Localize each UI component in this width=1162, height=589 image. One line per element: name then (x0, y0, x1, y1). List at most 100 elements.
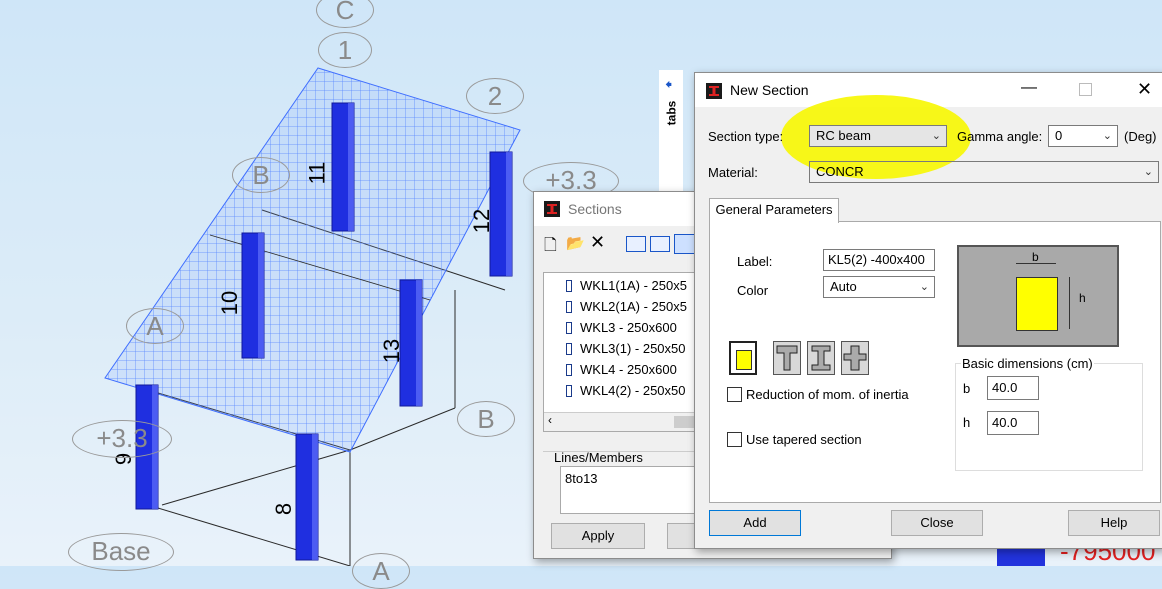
basic-dimensions-group (955, 363, 1143, 471)
new-section-window: New Section — ✕ Section type: RC beam ⌄ … (694, 72, 1162, 549)
basic-dimensions-label: Basic dimensions (cm) (961, 356, 1094, 371)
view3-icon[interactable] (674, 234, 696, 254)
section-item-icon (566, 385, 572, 397)
sections-list[interactable]: WKL1(1A) - 250x5 WKL2(1A) - 250x5 WKL3 -… (543, 272, 697, 432)
view1-icon[interactable] (626, 236, 646, 252)
label-input[interactable]: KL5(2) -400x400 (823, 249, 935, 271)
h-label: h (963, 415, 971, 430)
apply-button[interactable]: Apply (551, 523, 645, 549)
section-type-value: RC beam (816, 128, 871, 143)
dimension-line-h (1069, 277, 1070, 329)
open-icon[interactable]: 📂 (566, 234, 585, 252)
new-icon[interactable]: 🗋 (544, 234, 557, 261)
color-label: Color (737, 283, 769, 298)
column-label-10: 10 (217, 290, 243, 316)
minimize-icon[interactable]: — (1021, 79, 1037, 97)
close-icon[interactable]: ✕ (1137, 79, 1152, 100)
h-input[interactable]: 40.0 (987, 411, 1039, 435)
label-field-label: Label: (737, 254, 773, 269)
app-logo-icon (544, 201, 560, 217)
section-item-icon (566, 301, 572, 313)
material-select[interactable]: CONCR ⌄ (809, 161, 1159, 183)
app-logo-icon (706, 83, 722, 99)
chevron-down-icon: ⌄ (1143, 166, 1153, 178)
preview-h-label: h (1079, 291, 1086, 305)
axis-bubble-1: 1 (318, 32, 372, 68)
list-item[interactable]: WKL2(1A) - 250x5 (566, 299, 687, 314)
list-item-label: WKL4(2) - 250x50 (580, 383, 686, 398)
sections-toolbar: 🗋 📂 ✕ (544, 232, 696, 254)
list-horizontal-scrollbar[interactable]: ‹ (544, 412, 696, 431)
maximize-icon[interactable] (1079, 83, 1092, 96)
axis-bubble-b-right: B (457, 401, 515, 437)
list-item-label: WKL4 - 250x600 (580, 362, 677, 377)
level-bubble-left: +3.3 (72, 420, 172, 458)
b-input[interactable]: 40.0 (987, 376, 1039, 400)
i-shape-button[interactable] (807, 341, 835, 375)
section-type-label: Section type: (708, 129, 784, 144)
new-section-title: New Section (730, 82, 809, 98)
reduction-checkbox[interactable] (727, 387, 742, 402)
list-item-label: WKL3(1) - 250x50 (580, 341, 686, 356)
preview-b-label: b (1032, 250, 1039, 264)
rectangle-icon (736, 350, 752, 370)
column-label-13: 13 (379, 338, 405, 364)
section-item-icon (566, 364, 572, 376)
axis-bubble-base: Base (68, 533, 174, 571)
scroll-left-icon[interactable]: ‹ (548, 413, 552, 427)
section-item-icon (566, 280, 572, 292)
list-item[interactable]: WKL3 - 250x600 (566, 320, 677, 335)
material-value: CONCR (816, 164, 864, 179)
view2-icon[interactable] (650, 236, 670, 252)
tapered-label: Use tapered section (746, 432, 862, 447)
section-type-select[interactable]: RC beam ⌄ (809, 125, 947, 147)
chevron-down-icon: ⌄ (919, 281, 929, 293)
gamma-angle-label: Gamma angle: (957, 129, 1043, 144)
cross-section-icon (843, 345, 867, 371)
list-item[interactable]: WKL3(1) - 250x50 (566, 341, 686, 356)
column-label-8: 8 (271, 502, 297, 516)
axis-bubble-2: 2 (466, 78, 524, 114)
t-section-icon (776, 345, 798, 371)
axis-bubble-a-left: A (126, 308, 184, 344)
scroll-thumb[interactable] (674, 416, 696, 428)
cross-shape-button[interactable] (841, 341, 869, 375)
chevron-down-icon: ⌄ (1102, 130, 1112, 142)
column-label-11: 11 (304, 161, 330, 185)
rectangle-shape-button[interactable] (729, 341, 757, 375)
list-item-label: WKL1(1A) - 250x5 (580, 278, 687, 293)
axis-bubble-b-top: B (232, 157, 290, 193)
delete-icon[interactable]: ✕ (590, 232, 605, 253)
gamma-angle-select[interactable]: 0 ⌄ (1048, 125, 1118, 147)
add-button[interactable]: Add (709, 510, 801, 536)
list-item[interactable]: WKL1(1A) - 250x5 (566, 278, 687, 293)
lines-members-input[interactable]: 8to13 (560, 466, 695, 514)
axis-bubble-a-bottom: A (352, 553, 410, 589)
help-button[interactable]: Help (1068, 510, 1160, 536)
chevron-down-icon: ⌄ (931, 130, 941, 142)
section-shape (1016, 277, 1058, 331)
reduction-label: Reduction of mom. of inertia (746, 387, 909, 402)
t-shape-button[interactable] (773, 341, 801, 375)
sections-title: Sections (568, 201, 622, 217)
tabs-arrow-icon[interactable]: 🠸 (665, 74, 672, 98)
tabs-strip[interactable]: 🠸 tabs (659, 70, 683, 195)
list-item-label: WKL3 - 250x600 (580, 320, 677, 335)
section-item-icon (566, 343, 572, 355)
material-label: Material: (708, 165, 758, 180)
close-button[interactable]: Close (891, 510, 983, 536)
column-label-12: 12 (469, 208, 495, 234)
b-label: b (963, 381, 971, 396)
list-item-label: WKL2(1A) - 250x5 (580, 299, 687, 314)
lines-members-label: Lines/Members (554, 450, 643, 465)
tabs-label: tabs (664, 100, 679, 126)
list-item[interactable]: WKL4(2) - 250x50 (566, 383, 686, 398)
color-select[interactable]: Auto ⌄ (823, 276, 935, 298)
gamma-angle-value: 0 (1055, 128, 1063, 143)
color-value: Auto (830, 279, 857, 294)
list-item[interactable]: WKL4 - 250x600 (566, 362, 677, 377)
tab-general-parameters[interactable]: General Parameters (709, 198, 839, 223)
section-item-icon (566, 322, 572, 334)
tapered-checkbox[interactable] (727, 432, 742, 447)
i-section-icon (811, 345, 831, 371)
